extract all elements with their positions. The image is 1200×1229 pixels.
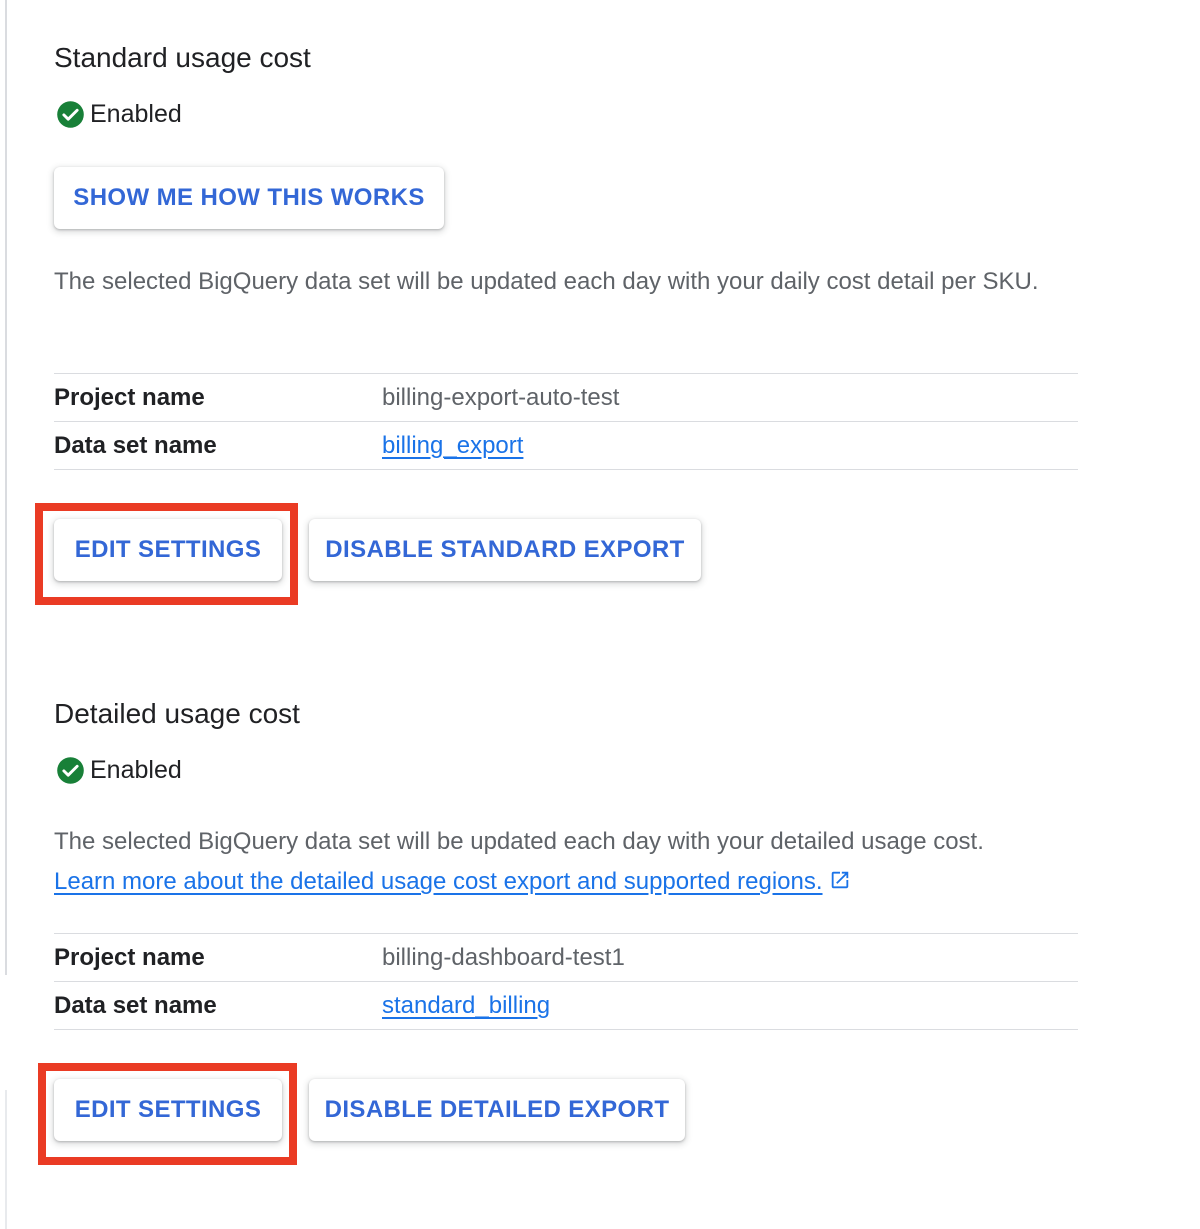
project-name-value: billing-export-auto-test <box>382 383 620 411</box>
dataset-name-link[interactable]: billing_export <box>382 432 523 460</box>
table-row: Project name billing-dashboard-test1 <box>54 934 1078 982</box>
disable-standard-export-button[interactable]: DISABLE STANDARD EXPORT <box>309 519 701 581</box>
detailed-description: The selected BigQuery data set will be u… <box>54 828 984 855</box>
show-me-how-button[interactable]: SHOW ME HOW THIS WORKS <box>54 167 444 229</box>
standard-description: The selected BigQuery data set will be u… <box>54 268 1039 295</box>
disable-detailed-export-button[interactable]: DISABLE DETAILED EXPORT <box>309 1079 685 1141</box>
detailed-status-label: Enabled <box>90 755 182 784</box>
detailed-edit-settings-button[interactable]: EDIT SETTINGS <box>54 1079 282 1141</box>
detailed-description-block: The selected BigQuery data set will be u… <box>54 822 1084 902</box>
dataset-name-label: Data set name <box>54 991 217 1019</box>
table-row: Data set name standard_billing <box>54 982 1078 1030</box>
standard-status: Enabled <box>56 98 182 130</box>
detailed-info-table: Project name billing-dashboard-test1 Dat… <box>54 933 1078 1030</box>
table-row: Project name billing-export-auto-test <box>54 374 1078 422</box>
standard-usage-cost-title: Standard usage cost <box>54 42 311 73</box>
check-circle-icon <box>56 756 85 785</box>
standard-info-table: Project name billing-export-auto-test Da… <box>54 373 1078 470</box>
dataset-name-link[interactable]: standard_billing <box>382 992 550 1020</box>
project-name-label: Project name <box>54 383 205 411</box>
project-name-value: billing-dashboard-test1 <box>382 943 625 971</box>
left-divider-lower <box>5 1090 7 1229</box>
learn-more-link-text: Learn more about the detailed usage cost… <box>54 868 823 895</box>
dataset-name-label: Data set name <box>54 431 217 459</box>
left-divider <box>5 0 7 975</box>
open-in-new-icon[interactable] <box>829 864 851 889</box>
table-row: Data set name billing_export <box>54 422 1078 470</box>
learn-more-link[interactable]: Learn more about the detailed usage cost… <box>54 868 823 895</box>
project-name-label: Project name <box>54 943 205 971</box>
detailed-usage-cost-title: Detailed usage cost <box>54 698 300 729</box>
detailed-status: Enabled <box>56 754 182 786</box>
standard-edit-settings-button[interactable]: EDIT SETTINGS <box>54 519 282 581</box>
check-circle-icon <box>56 100 85 129</box>
standard-status-label: Enabled <box>90 99 182 128</box>
